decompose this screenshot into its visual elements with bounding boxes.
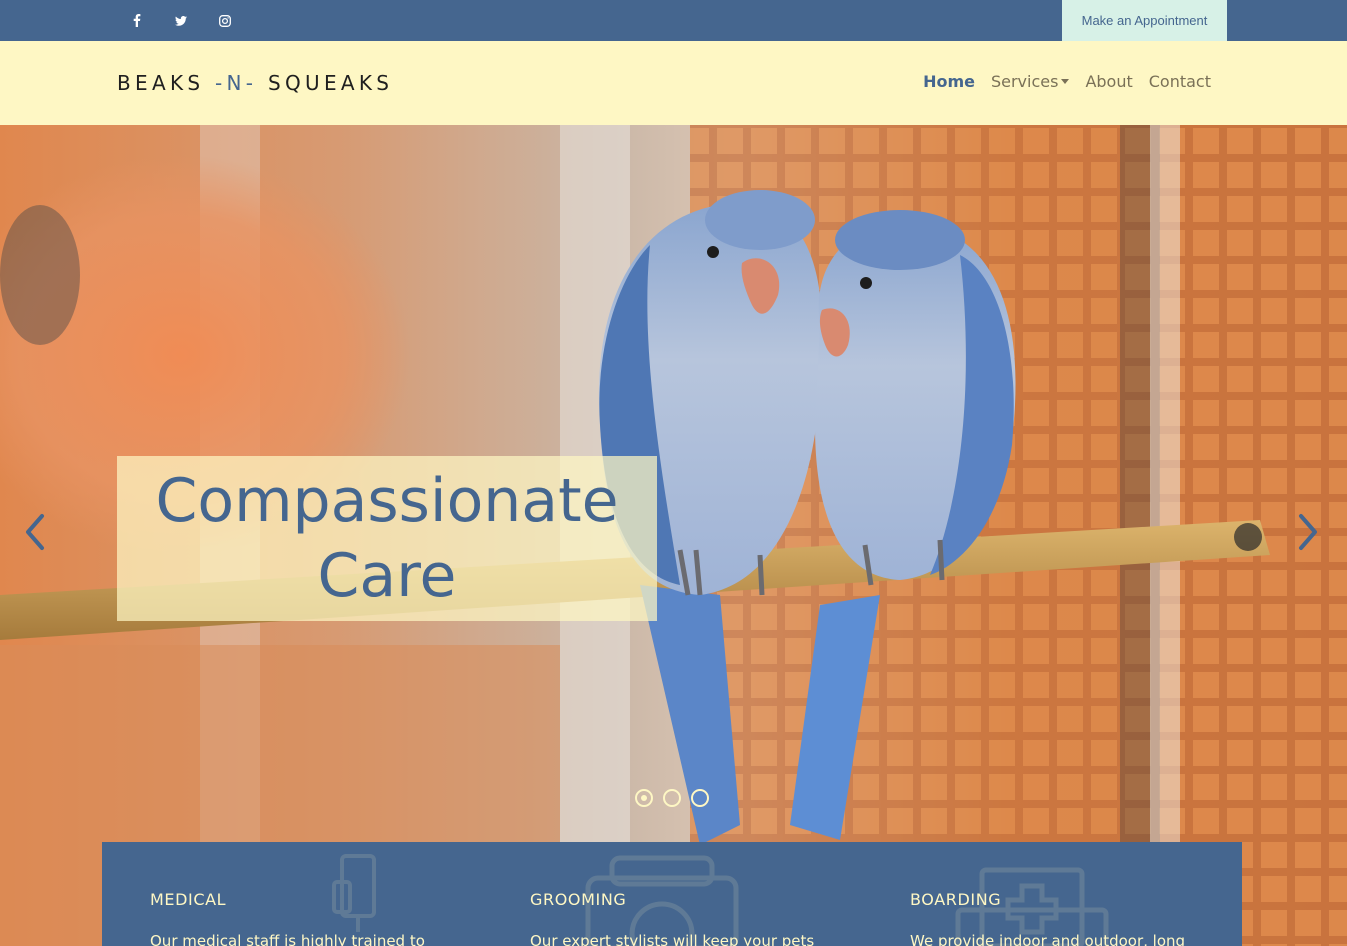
service-title-boarding: BOARDING — [910, 890, 1002, 909]
carousel-indicators — [635, 789, 709, 807]
instagram-icon[interactable] — [215, 0, 235, 41]
brand-right: SQUEAKS — [257, 71, 394, 95]
navbar: BEAKS -N- SQUEAKS Home Services About Co… — [0, 41, 1347, 125]
top-bar: Make an Appointment — [0, 0, 1347, 41]
chevron-right-icon[interactable] — [1288, 510, 1328, 554]
brand-logo[interactable]: BEAKS -N- SQUEAKS — [117, 71, 393, 95]
service-desc-medical: Our medical staff is highly trained to — [150, 932, 425, 946]
carousel-dot-2[interactable] — [663, 789, 681, 807]
nav-home-label: Home — [923, 72, 975, 91]
service-medical: MEDICAL Our medical staff is highly trai… — [102, 842, 432, 946]
service-grooming: GROOMING Our expert stylists will keep y… — [482, 842, 815, 946]
carousel-dot-3[interactable] — [691, 789, 709, 807]
nav-about-label: About — [1085, 72, 1133, 91]
hero-carousel: Compassionate Care — [0, 125, 1347, 946]
carousel-dot-fill — [641, 795, 647, 801]
facebook-icon[interactable] — [127, 0, 147, 41]
caret-down-icon — [1061, 79, 1070, 84]
service-title-grooming: GROOMING — [530, 890, 627, 909]
main-nav: Home Services About Contact — [915, 72, 1219, 91]
hero-caption-box: Compassionate Care — [117, 456, 657, 621]
hero-caption: Compassionate Care — [155, 465, 619, 611]
chevron-left-icon[interactable] — [15, 510, 55, 554]
nav-item-contact[interactable]: Contact — [1141, 72, 1219, 91]
nav-item-about[interactable]: About — [1077, 72, 1140, 91]
nav-item-home[interactable]: Home — [915, 72, 983, 91]
services-panel: MEDICAL Our medical staff is highly trai… — [102, 842, 1242, 946]
iv-drip-icon — [332, 854, 376, 932]
service-boarding: BOARDING We provide indoor and outdoor, … — [862, 842, 1192, 946]
brand-left: BEAKS — [117, 71, 216, 95]
nav-services-label: Services — [990, 72, 1059, 91]
make-appointment-button[interactable]: Make an Appointment — [1062, 0, 1227, 41]
service-title-medical: MEDICAL — [150, 890, 227, 909]
twitter-icon[interactable] — [171, 0, 191, 41]
nav-item-services[interactable]: Services — [983, 72, 1077, 91]
carousel-dot-1[interactable] — [635, 789, 653, 807]
service-desc-boarding: We provide indoor and outdoor, long — [910, 932, 1186, 946]
service-desc-grooming: Our expert stylists will keep your pets — [530, 932, 815, 946]
nav-contact-label: Contact — [1148, 72, 1211, 91]
brand-accent: -N- — [215, 71, 258, 95]
